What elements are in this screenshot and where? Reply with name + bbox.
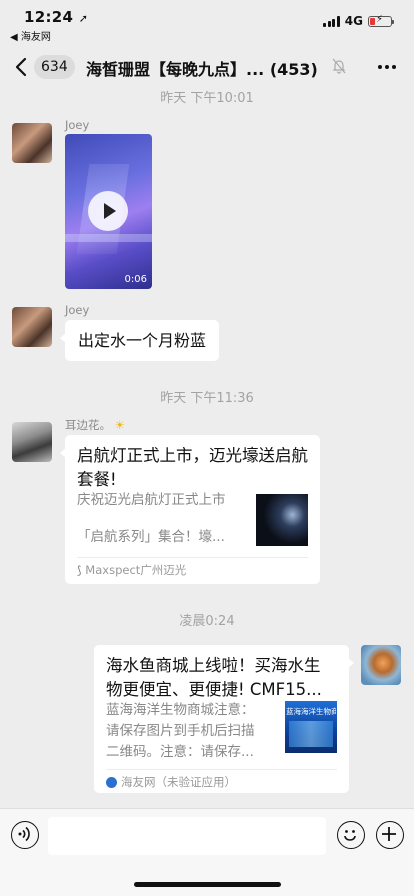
video-duration: 0:06	[124, 274, 147, 285]
status-indicators: 4G ⚡	[323, 14, 394, 28]
link-card-message[interactable]: 海水鱼商城上线啦！买海水生 物更便宜、更便捷! CMF15... 蓝海海洋生物商…	[94, 645, 354, 793]
card-title: 启航灯正式上市，迈光壕送启航套餐!	[77, 446, 308, 489]
plus-icon[interactable]	[376, 821, 404, 849]
signal-icon	[323, 15, 340, 27]
text-message[interactable]: 出定水一个月粉蓝	[59, 320, 220, 361]
network-type: 4G	[344, 14, 363, 28]
back-chevron-icon[interactable]	[14, 57, 28, 77]
message-text-input[interactable]	[48, 817, 326, 855]
unread-count-badge[interactable]: 634	[34, 55, 75, 79]
link-card-message[interactable]: 启航灯正式上市，迈光壕送启航套餐! 庆祝迈光启航灯正式上市 「启航系列」集合！壕…	[60, 435, 320, 584]
chat-title[interactable]: 海皙珊盟【每晚九点】... (453)	[86, 56, 332, 80]
sender-name: Joey	[65, 118, 90, 132]
emoji-icon[interactable]	[337, 821, 365, 849]
play-icon[interactable]	[88, 191, 128, 231]
member-count: (453)	[269, 60, 318, 79]
status-time: 12:24 ➚	[24, 8, 89, 26]
message-timestamp: 凌晨0:24	[179, 614, 235, 629]
card-source: ⟆ Maxspect广州迈光	[77, 563, 187, 577]
more-options-icon[interactable]	[378, 65, 396, 69]
message-timestamp: 昨天 下午10:01	[160, 91, 254, 106]
avatar-joey[interactable]	[12, 307, 52, 347]
card-description: 庆祝迈光启航灯正式上市	[77, 492, 226, 508]
card-thumbnail	[256, 494, 308, 546]
card-source: 海友网（未验证应用）	[106, 774, 236, 790]
card-description: 二维码。注意：请保存...	[106, 744, 254, 760]
voice-input-icon[interactable]	[11, 821, 39, 849]
avatar-joey[interactable]	[12, 123, 52, 163]
avatar-erbianhua[interactable]	[12, 422, 52, 462]
video-message[interactable]: 0:06	[65, 134, 152, 289]
app-logo-icon	[106, 776, 117, 788]
message-timestamp: 昨天 下午11:36	[160, 391, 254, 406]
card-title: 海水鱼商城上线啦！买海水生	[106, 656, 321, 675]
status-bar: 12:24 ➚ ◀ 海友网 4G ⚡	[0, 0, 414, 44]
chat-header: 634 海皙珊盟【每晚九点】... (453)	[0, 44, 414, 90]
card-thumbnail: 蓝海海洋生物商城	[285, 701, 337, 753]
sender-name: 耳边花。 ☀	[65, 418, 125, 432]
card-description: 「启航系列」集合！壕...	[77, 529, 225, 545]
avatar-self[interactable]	[361, 645, 401, 685]
home-indicator	[134, 882, 281, 887]
sender-name: Joey	[65, 303, 90, 317]
mini-program-icon: ⟆	[77, 563, 82, 577]
back-to-app-link[interactable]: ◀ 海友网	[10, 28, 51, 43]
battery-icon: ⚡	[368, 14, 394, 27]
mute-bell-icon	[332, 58, 346, 74]
